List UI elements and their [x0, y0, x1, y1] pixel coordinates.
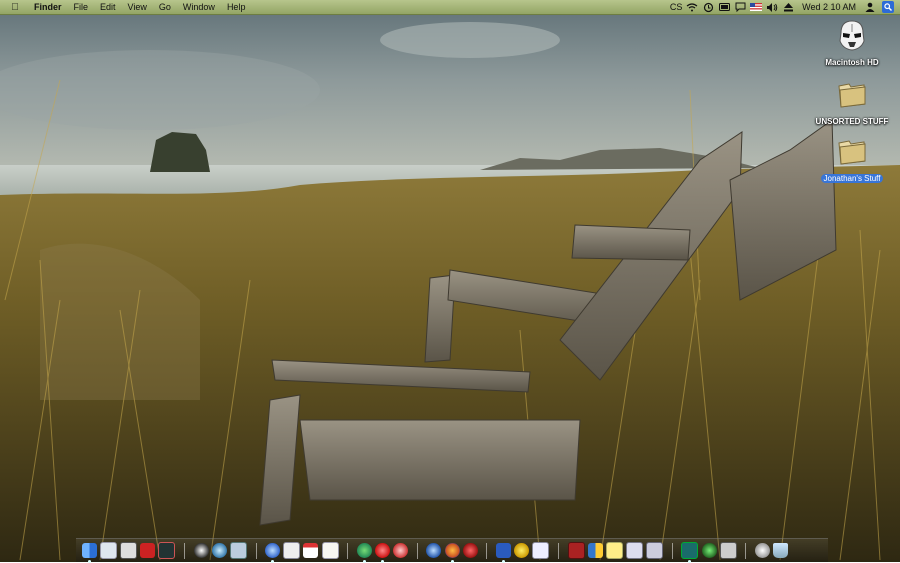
menu-view[interactable]: View — [122, 0, 153, 14]
menu-help[interactable]: Help — [221, 0, 252, 14]
front-row-icon[interactable] — [158, 542, 176, 559]
spotlight-search-icon[interactable] — [882, 1, 894, 13]
desktop-icon-macintosh-hd[interactable]: Macintosh HD — [810, 18, 894, 70]
menu-finder[interactable]: Finder — [28, 0, 68, 14]
image-viewer-icon[interactable] — [532, 542, 550, 559]
volume-icon[interactable] — [764, 0, 780, 14]
lastfm-icon[interactable] — [375, 543, 391, 563]
chat-icon[interactable] — [732, 0, 748, 14]
us-flag-icon[interactable] — [748, 0, 764, 14]
cs-status-item[interactable]: CS — [668, 0, 684, 14]
spotlight-icon[interactable] — [211, 543, 227, 558]
desktop-icon-label: Jonathan's Stuff — [820, 174, 884, 183]
terminal-icon[interactable] — [681, 542, 699, 563]
dock — [76, 538, 828, 563]
stormtrooper-drive-icon — [835, 18, 869, 52]
sims-2-icon[interactable] — [701, 543, 717, 558]
user-icon[interactable] — [862, 0, 878, 14]
opera-icon[interactable] — [462, 543, 478, 558]
folder-icon — [835, 77, 869, 111]
sims-icon[interactable] — [393, 543, 409, 558]
menu-edit[interactable]: Edit — [94, 0, 122, 14]
network-icon[interactable] — [587, 543, 603, 558]
itunes-icon[interactable] — [356, 543, 372, 563]
menu-file[interactable]: File — [68, 0, 95, 14]
desktop-icon-unsorted-stuff[interactable]: UNSORTED STUFF — [810, 77, 894, 129]
calculator-icon[interactable] — [229, 542, 247, 559]
dashboard-icon[interactable] — [193, 543, 209, 558]
desktop-icon-jonathans-stuff[interactable]: Jonathan's Stuff — [810, 134, 894, 186]
downloads-icon[interactable] — [755, 543, 771, 558]
dock-separator — [671, 542, 673, 559]
ichat-icon[interactable] — [265, 543, 281, 563]
flash-icon[interactable] — [514, 543, 530, 558]
preview-icon[interactable] — [99, 542, 117, 559]
folder-icon — [835, 134, 869, 168]
desktop-wallpaper — [0, 0, 900, 562]
sync-icon[interactable] — [700, 0, 716, 14]
desktop-icon-label: UNSORTED STUFF — [815, 117, 889, 126]
dock-separator — [557, 542, 559, 559]
utilities-icon[interactable] — [719, 542, 737, 559]
photoshop-icon[interactable] — [567, 542, 585, 559]
menubar-clock[interactable]: Wed 2 10 AM — [796, 2, 862, 12]
textedit-icon[interactable] — [321, 542, 339, 559]
dock-separator — [347, 542, 349, 559]
documents-icon[interactable] — [626, 542, 644, 559]
eject-icon[interactable] — [780, 0, 796, 14]
wifi-icon[interactable] — [684, 0, 700, 14]
dock-separator — [486, 542, 488, 559]
apple-menu-icon[interactable]:  — [0, 2, 28, 13]
trash-icon[interactable] — [773, 543, 789, 558]
dock-separator — [745, 542, 747, 559]
ical-icon[interactable] — [303, 543, 319, 558]
menu-bar:  Finder File Edit View Go Window Help C… — [0, 0, 900, 15]
finder-icon[interactable] — [81, 543, 97, 563]
dock-separator — [183, 542, 185, 559]
display-icon[interactable] — [716, 0, 732, 14]
desktop-icon-label: Macintosh HD — [825, 58, 879, 67]
word-icon[interactable] — [495, 543, 511, 563]
stickies-icon[interactable] — [605, 542, 623, 559]
dock-separator — [416, 542, 418, 559]
dock-separator — [255, 542, 257, 559]
photo-booth-icon[interactable] — [140, 543, 156, 558]
address-book-icon[interactable] — [283, 542, 301, 559]
menu-go[interactable]: Go — [153, 0, 177, 14]
image-capture-icon[interactable] — [119, 542, 137, 559]
menu-window[interactable]: Window — [177, 0, 221, 14]
safari-icon[interactable] — [426, 543, 442, 558]
mail-icon[interactable] — [646, 542, 664, 559]
firefox-icon[interactable] — [444, 543, 460, 563]
